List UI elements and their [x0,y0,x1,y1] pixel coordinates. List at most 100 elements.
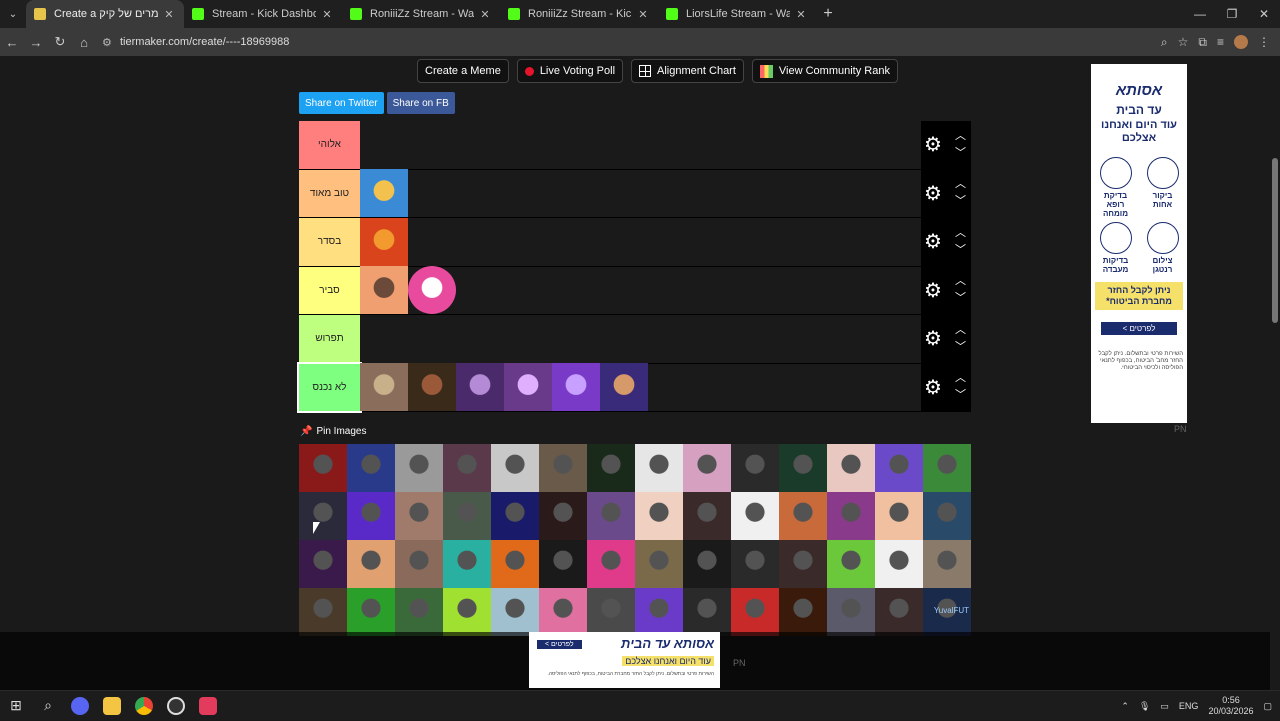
pool-image[interactable] [683,540,731,588]
pool-image[interactable] [395,492,443,540]
profile-avatar[interactable] [1234,35,1248,49]
pool-image[interactable] [923,444,971,492]
create-meme-button[interactable]: Create a Meme [417,59,509,83]
gear-icon[interactable]: ⚙ [924,132,942,157]
pool-image[interactable] [779,444,827,492]
app-icon[interactable] [192,691,224,721]
ad-cta-button[interactable]: לפרטים > [1101,322,1177,335]
chevron-up-icon[interactable]: ︿ [955,128,966,145]
pool-image[interactable] [347,540,395,588]
pool-image[interactable] [875,444,923,492]
chevron-down-icon[interactable]: ﹀ [955,145,966,162]
ad-banner-right[interactable]: אסותא עד הבית עוד היום ואנחנו אצלכם ביקו… [1091,64,1187,423]
tier-label[interactable]: אלוהי [299,121,360,169]
obs-icon[interactable] [160,691,192,721]
new-tab-plus-icon[interactable]: + [816,5,840,23]
ad-banner-bottom[interactable]: אסותא עד הבית עוד היום ואנחנו אצלכם השיר… [529,632,720,688]
chevron-down-icon[interactable]: ﹀ [955,339,966,356]
chevron-down-icon[interactable]: ﹀ [955,387,966,404]
close-tab-icon[interactable]: ✕ [478,8,492,21]
pool-image[interactable] [827,540,875,588]
streamer-image[interactable] [408,363,456,412]
pin-images-toggle[interactable]: 📌 Pin Images [300,426,366,437]
pool-image[interactable] [299,540,347,588]
pool-image[interactable] [539,540,587,588]
chevron-down-icon[interactable]: ﹀ [955,290,966,307]
gear-icon[interactable]: ⚙ [924,229,942,254]
tier-label[interactable]: תפרוש [299,315,360,363]
pool-image[interactable] [587,540,635,588]
pool-image[interactable] [299,492,347,540]
gear-icon[interactable]: ⚙ [924,326,942,351]
windows-start-icon[interactable]: ⊞ [0,691,32,721]
tier-drop-zone[interactable] [360,266,921,315]
close-tab-icon[interactable]: ✕ [794,8,808,21]
browser-tab-3[interactable]: RoniiiZz Stream - Kick Dashboa ✕ [500,0,658,28]
gear-icon[interactable]: ⚙ [924,181,942,206]
streamer-image[interactable] [456,363,504,412]
pool-image[interactable] [635,540,683,588]
zoom-icon[interactable]: ⌕ [1161,35,1168,50]
close-window-icon[interactable]: ✕ [1248,0,1280,28]
clock[interactable]: 0:56 20/03/2026 [1208,695,1253,717]
tab-search-icon[interactable]: ⌄ [0,0,26,28]
pool-image[interactable] [827,444,875,492]
pool-image[interactable] [779,588,827,636]
gear-icon[interactable]: ⚙ [924,375,942,400]
pool-image[interactable] [299,588,347,636]
chevron-up-icon[interactable]: ︿ [955,322,966,339]
pool-image[interactable]: YuvalFUT [923,588,971,636]
language-indicator[interactable]: ENG [1179,701,1199,711]
chevron-down-icon[interactable]: ﹀ [955,242,966,259]
page-scrollbar[interactable] [1270,56,1280,690]
pool-image[interactable] [731,540,779,588]
pool-image[interactable] [827,588,875,636]
streamer-image[interactable] [552,363,600,412]
site-info-icon[interactable]: ⚙ [102,36,120,49]
tier-drop-zone[interactable] [360,315,921,363]
streamer-image[interactable] [360,363,408,412]
pool-image[interactable] [731,444,779,492]
pool-image[interactable] [299,444,347,492]
pool-image[interactable] [587,588,635,636]
close-tab-icon[interactable]: ✕ [320,8,334,21]
gear-icon[interactable]: ⚙ [924,278,942,303]
discord-icon[interactable] [64,691,96,721]
notifications-icon[interactable]: ▢ [1263,701,1272,712]
pool-image[interactable] [491,588,539,636]
url-field[interactable]: ⚙ tiermaker.com/create/----18969988 [102,30,1161,54]
streamer-image[interactable] [600,363,648,412]
chrome-icon[interactable] [128,691,160,721]
pool-image[interactable] [491,444,539,492]
pool-image[interactable] [395,444,443,492]
chevron-up-icon[interactable]: ︿ [955,225,966,242]
browser-tab-2[interactable]: RoniiiZz Stream - Watch Live on ✕ [342,0,500,28]
pool-image[interactable] [491,492,539,540]
pool-image[interactable] [683,444,731,492]
tier-drop-zone[interactable] [360,217,921,266]
pool-image[interactable] [347,588,395,636]
back-arrow-icon[interactable]: ← [0,35,24,50]
pool-image[interactable] [587,492,635,540]
share-twitter-button[interactable]: Share on Twitter [299,92,384,114]
streamer-image[interactable] [360,266,408,315]
streamer-image[interactable] [408,266,456,315]
tier-drop-zone[interactable] [360,363,921,412]
streamer-image[interactable] [360,169,408,218]
file-explorer-icon[interactable] [96,691,128,721]
share-facebook-button[interactable]: Share on FB [386,92,455,114]
tier-drop-zone[interactable] [360,169,921,218]
pool-image[interactable] [635,492,683,540]
pool-image[interactable] [491,540,539,588]
pool-image[interactable] [731,588,779,636]
pool-image[interactable] [875,540,923,588]
search-icon[interactable]: ⌕ [32,691,64,721]
pool-image[interactable] [539,492,587,540]
live-voting-poll-button[interactable]: Live Voting Poll [516,59,624,83]
browser-tab-0[interactable]: Create a גירוג סטרימרים של קיק ✕ [26,0,184,28]
chevron-up-icon[interactable]: ︿ [955,370,966,387]
pool-image[interactable] [635,444,683,492]
tier-label[interactable]: טוב מאוד [299,169,360,217]
pool-image[interactable] [395,588,443,636]
close-tab-icon[interactable]: ✕ [636,8,650,21]
